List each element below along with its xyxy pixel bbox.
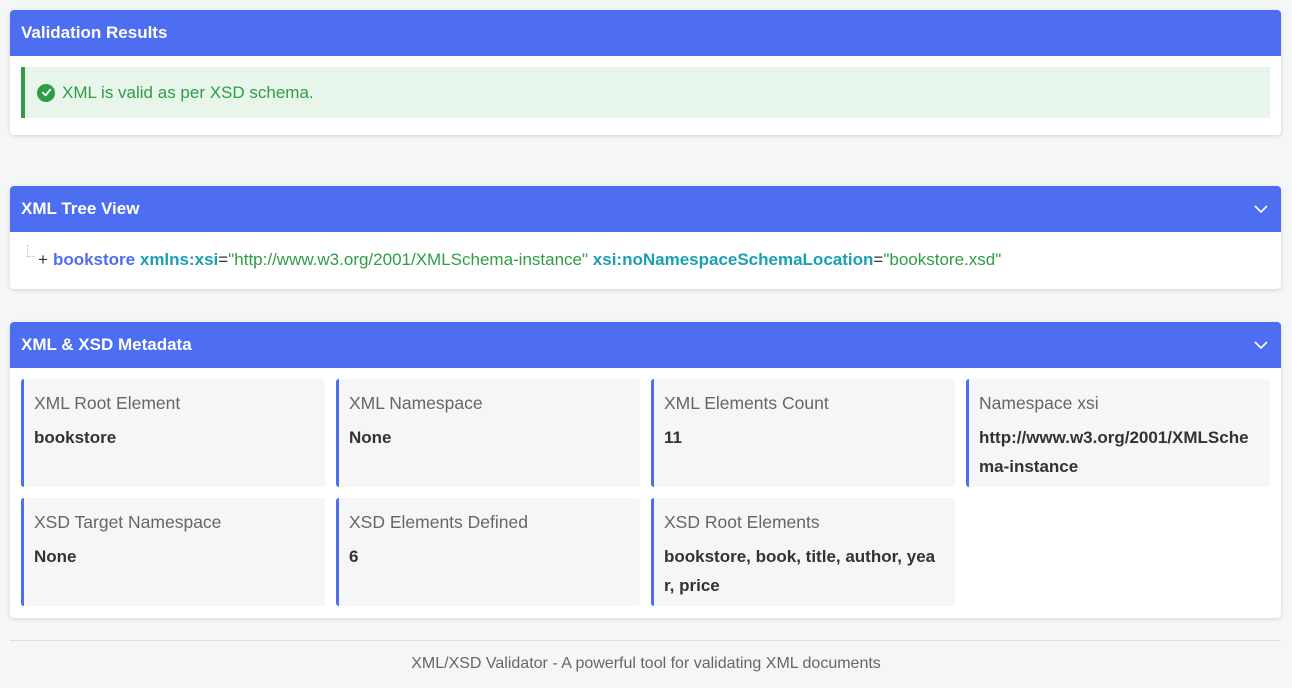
meta-xsd-elements-defined: XSD Elements Defined 6 (336, 498, 640, 606)
meta-label: XML Elements Count (664, 393, 829, 413)
metadata-card: XML & XSD Metadata XML Root Element book… (10, 322, 1281, 618)
tree-element-name: bookstore (52, 250, 136, 269)
validation-results-header: Validation Results (10, 10, 1281, 56)
meta-value: None (349, 428, 392, 447)
tree-connector (27, 245, 35, 257)
validation-success-alert: XML is valid as per XSD schema. (21, 67, 1270, 118)
metadata-header[interactable]: XML & XSD Metadata (10, 322, 1281, 368)
meta-value: bookstore (34, 428, 117, 447)
validation-results-card: Validation Results XML is valid as per X… (10, 10, 1281, 135)
meta-xsd-root-elements: XSD Root Elements bookstore, book, title… (651, 498, 955, 606)
footer-text: XML/XSD Validator - A powerful tool for … (411, 655, 881, 672)
meta-xsd-target-namespace: XSD Target Namespace None (21, 498, 325, 606)
tree-attribute-value: "http://www.w3.org/2001/XMLSchema-instan… (228, 250, 589, 269)
xml-tree-view-card: XML Tree View + bookstore xmlns:xsi="http… (10, 186, 1281, 289)
meta-xml-namespace: XML Namespace None (336, 379, 640, 487)
chevron-down-icon[interactable] (1253, 201, 1269, 217)
meta-label: XSD Root Elements (664, 512, 820, 532)
xml-tree-view-title: XML Tree View (21, 199, 140, 218)
meta-label: XML Root Element (34, 393, 181, 413)
meta-value: bookstore, book, title, author, year, pr… (664, 547, 936, 595)
meta-label: XSD Elements Defined (349, 512, 528, 532)
meta-value: 11 (664, 428, 682, 447)
meta-label: Namespace xsi (979, 393, 1099, 413)
expand-toggle[interactable]: + (38, 250, 48, 269)
meta-value: 6 (349, 547, 359, 566)
meta-xml-elements-count: XML Elements Count 11 (651, 379, 955, 487)
chevron-down-icon[interactable] (1253, 337, 1269, 353)
meta-value: http://www.w3.org/2001/XMLSchema-instanc… (979, 428, 1249, 476)
tree-attribute-name: xmlns:xsi (139, 250, 219, 269)
xml-tree-view-header[interactable]: XML Tree View (10, 186, 1281, 232)
tree-attribute-value: "bookstore.xsd" (883, 250, 1002, 269)
check-circle-icon (37, 83, 55, 102)
footer-divider (10, 640, 1281, 641)
tree-attribute-name: xsi:noNamespaceSchemaLocation (592, 250, 874, 269)
meta-value: None (34, 547, 77, 566)
metadata-title: XML & XSD Metadata (21, 335, 192, 354)
tree-node-bookstore[interactable]: + bookstore xmlns:xsi="http://www.w3.org/… (38, 250, 1001, 270)
xml-tree: + bookstore xmlns:xsi="http://www.w3.org/… (10, 232, 1281, 289)
meta-namespace-xsi: Namespace xsi http://www.w3.org/2001/XML… (966, 379, 1270, 487)
validation-results-title: Validation Results (21, 23, 168, 42)
meta-xml-root-element: XML Root Element bookstore (21, 379, 325, 487)
meta-label: XSD Target Namespace (34, 512, 222, 532)
validation-message: XML is valid as per XSD schema. (62, 82, 314, 102)
meta-label: XML Namespace (349, 393, 483, 413)
